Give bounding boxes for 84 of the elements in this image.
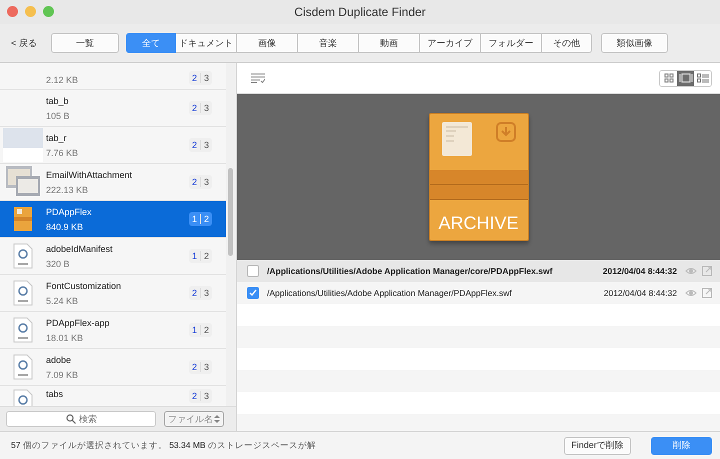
count-badge: 2 3 — [188, 138, 212, 152]
eye-icon[interactable] — [685, 288, 697, 298]
count-badge: 2 3 — [188, 360, 212, 374]
list-icon — [696, 73, 708, 83]
file-group-item[interactable]: tab_b 105 B 2 3 — [0, 90, 226, 127]
text-document-icon — [13, 280, 33, 306]
file-date: 2012/04/04 8:44:32 — [604, 288, 677, 298]
category-tab[interactable]: アーカイブ — [420, 33, 481, 53]
count-badge: 2 3 — [188, 175, 212, 189]
archive-icon — [14, 207, 32, 231]
file-group-item[interactable]: tab_r 7.76 KB 2 3 — [0, 127, 226, 164]
file-name: PDAppFlex — [46, 206, 93, 216]
similar-images-button[interactable]: 類似画像 — [600, 33, 668, 53]
file-checkbox[interactable] — [247, 265, 259, 277]
file-group-item[interactable]: adobe 7.09 KB 2 3 — [0, 349, 226, 386]
category-tab[interactable]: 音楽 — [298, 33, 359, 53]
image-thumbnail-icon — [3, 128, 43, 162]
zoom-button[interactable] — [43, 6, 54, 17]
back-link[interactable]: < 戻る — [11, 36, 37, 50]
file-path: /Applications/Utilities/Adobe Application Manager/core/PDAppFlex.swf — [267, 266, 554, 276]
category-tab[interactable]: 画像 — [236, 33, 298, 53]
category-tab[interactable]: 動画 — [358, 33, 420, 53]
file-size: 2.12 KB — [46, 75, 80, 85]
file-size: 222.13 KB — [46, 184, 90, 194]
file-group-item[interactable]: FontCustomization 5.24 KB 2 3 — [0, 275, 226, 312]
file-size: 105 B — [46, 110, 71, 120]
label-icon — [442, 122, 472, 156]
count-badge: 2 3 — [188, 71, 212, 85]
file-checkbox[interactable] — [247, 287, 259, 299]
count-badge: 1 2 — [188, 212, 212, 226]
file-path: /Applications/Utilities/Adobe Application Manager/PDAppFlex.swf — [267, 288, 513, 298]
file-size: 840.9 KB — [46, 222, 84, 232]
window-title: Cisdem Duplicate Finder — [294, 5, 426, 19]
file-name: EmailWithAttachment — [46, 170, 134, 180]
file-date: 2012/04/04 8:44:32 — [602, 266, 677, 276]
text-document-icon — [13, 243, 33, 269]
file-name: PDAppFlex-app — [46, 318, 111, 328]
category-tab[interactable]: ドキュメント — [176, 33, 237, 53]
screenshot-thumbnail-icon — [6, 166, 40, 198]
stepper-icon — [214, 414, 220, 424]
category-tab[interactable]: フォルダー — [480, 33, 542, 53]
search-field[interactable]: 検索 — [6, 411, 156, 427]
list-view-button[interactable] — [694, 70, 711, 86]
view-mode-switcher[interactable] — [659, 70, 712, 86]
search-icon — [66, 414, 76, 424]
grid-icon — [664, 73, 674, 83]
open-external-icon[interactable] — [702, 288, 712, 298]
count-badge: 2 3 — [188, 389, 212, 403]
file-name: tabs — [46, 389, 64, 399]
file-size: 7.09 KB — [46, 370, 80, 380]
file-name: tab_r — [46, 132, 68, 142]
status-text: 57 個のファイルが選択されています。 53.34 MB のストレージスペースが解 — [11, 440, 317, 452]
file-size: 7.76 KB — [46, 148, 80, 158]
list-button[interactable]: 一覧 — [50, 33, 119, 53]
count-badge: 1 2 — [188, 323, 212, 337]
file-name: tab_b — [46, 96, 70, 106]
file-size: 18.01 KB — [46, 332, 84, 342]
category-tab[interactable]: その他 — [542, 33, 592, 53]
count-badge: 1 2 — [188, 249, 212, 263]
file-size: 5.24 KB — [46, 296, 80, 306]
eye-icon[interactable] — [685, 266, 697, 276]
archive-label: ARCHIVE — [437, 213, 520, 234]
file-group-item[interactable]: PDAppFlex-app 18.01 KB 1 2 — [0, 312, 226, 349]
checklist-icon — [251, 73, 265, 83]
file-group-item[interactable]: PDAppFlex 840.9 KB 1 2 — [0, 201, 226, 238]
file-name: FontCustomization — [46, 280, 122, 290]
text-document-icon — [13, 354, 33, 380]
close-button[interactable] — [7, 6, 18, 17]
count-badge: 2 3 — [188, 286, 212, 300]
text-document-icon — [13, 317, 33, 343]
count-badge: 2 3 — [188, 101, 212, 115]
file-name: adobeIdManifest — [46, 244, 114, 254]
file-row[interactable]: /Applications/Utilities/Adobe Application Manager/core/PDAppFlex.swf 2012/04/04 8:44:32 — [237, 260, 720, 282]
delete-in-finder-button[interactable]: Finderで削除 — [564, 436, 631, 454]
file-row[interactable]: /Applications/Utilities/Adobe Application Manager/PDAppFlex.swf 2012/04/04 8:44:32 — [237, 282, 720, 304]
scrollbar[interactable] — [226, 63, 236, 406]
filmstrip-view-button[interactable] — [677, 70, 694, 86]
file-size: 320 B — [46, 258, 71, 268]
file-name: adobe — [46, 354, 72, 364]
minimize-button[interactable] — [25, 6, 36, 17]
file-group-item[interactable]: 2.12 KB 2 3 — [0, 63, 226, 90]
filmstrip-icon — [678, 73, 692, 83]
open-external-icon[interactable] — [702, 266, 712, 276]
file-group-item[interactable]: adobeIdManifest 320 B 1 2 — [0, 238, 226, 275]
